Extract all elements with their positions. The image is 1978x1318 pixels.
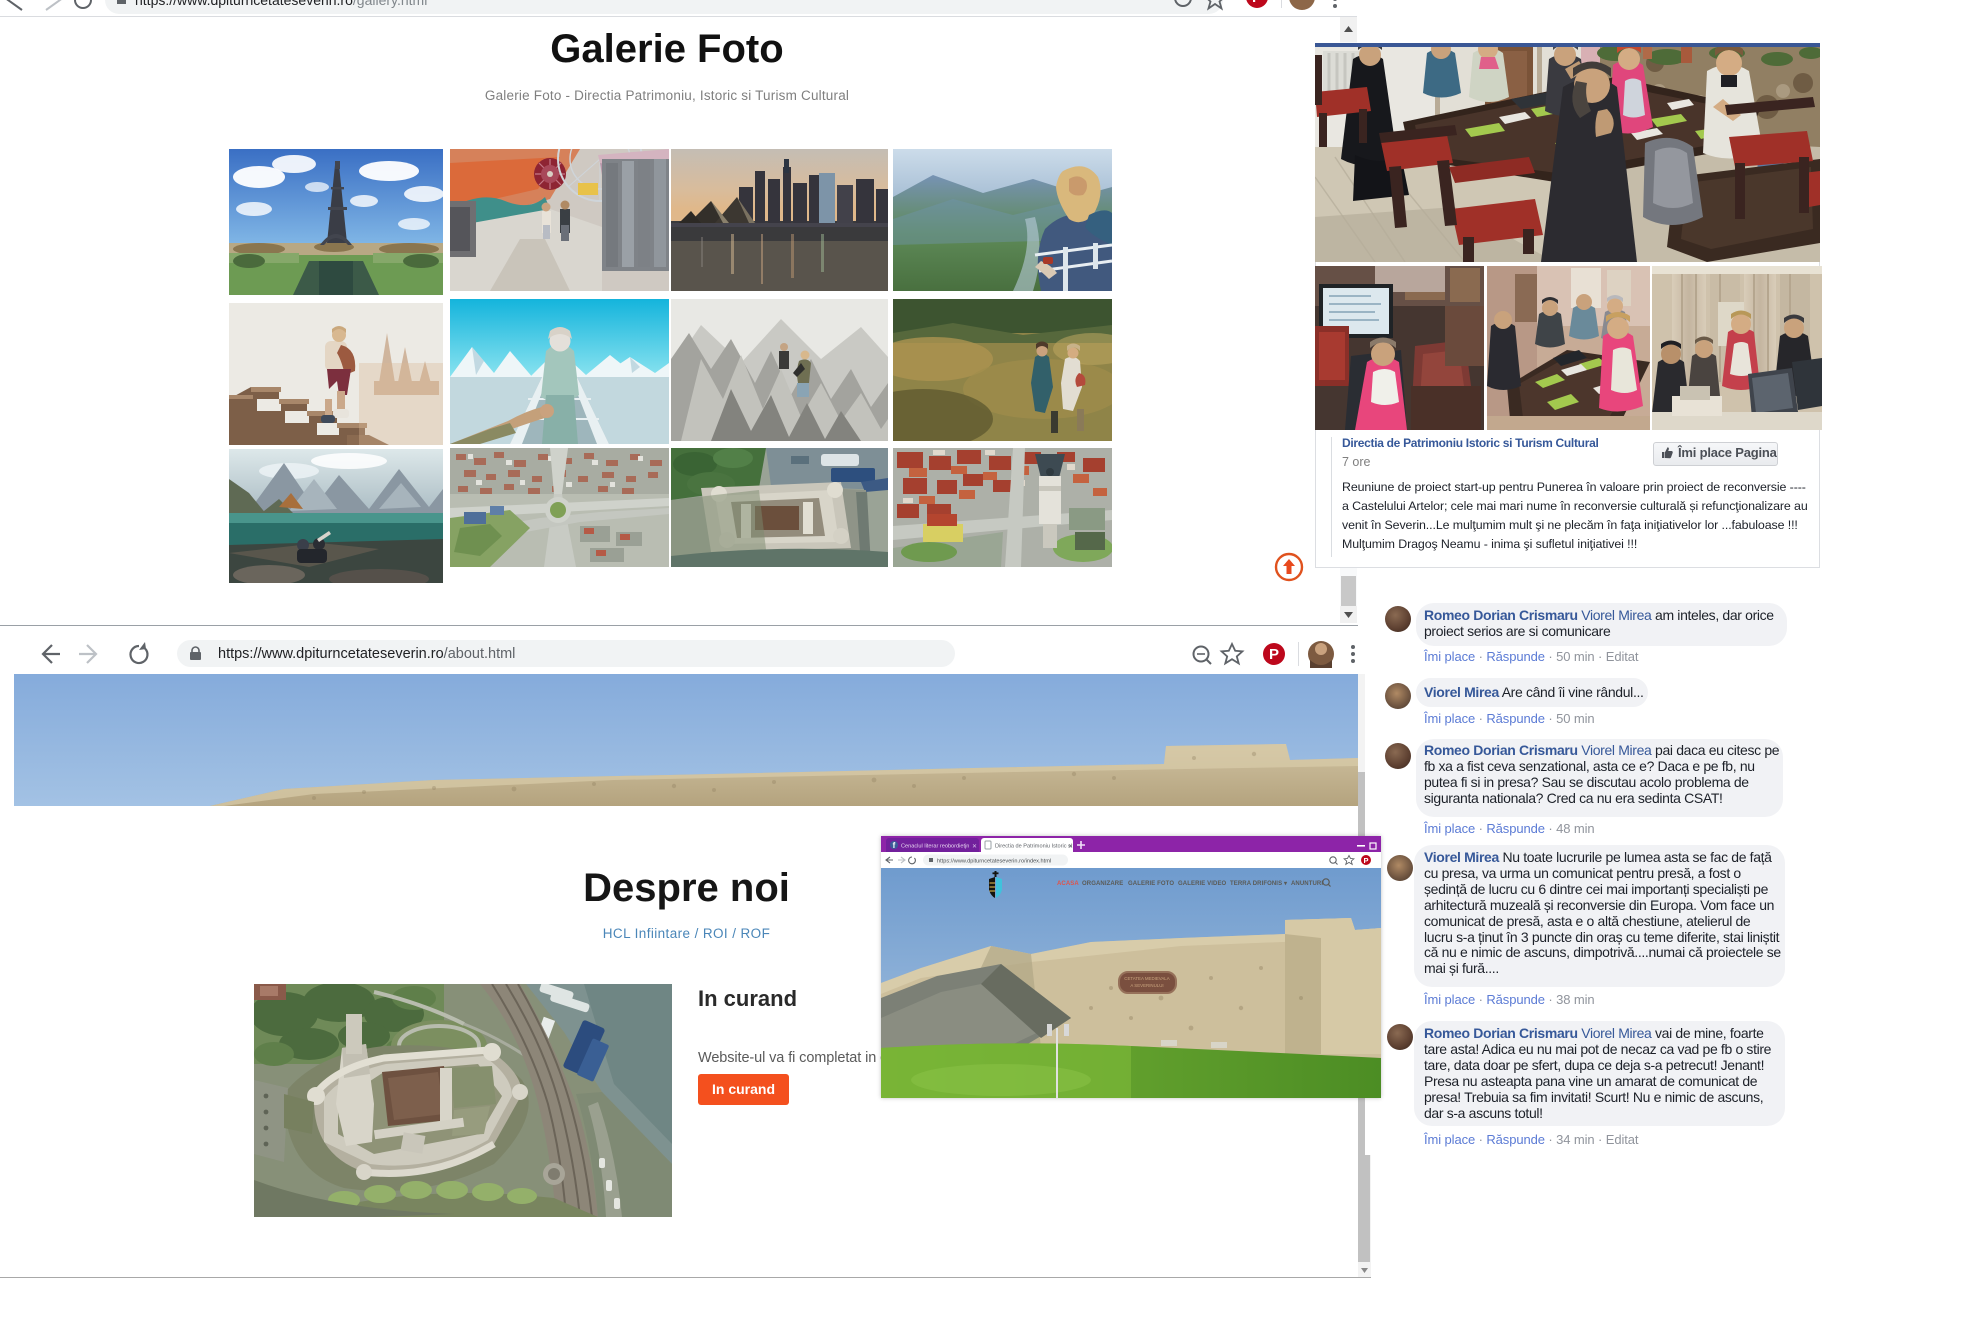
svg-text:Directia de Patrimoniu Istoric: Directia de Patrimoniu Istoric si bbox=[995, 844, 1072, 850]
svg-text:f: f bbox=[893, 841, 896, 850]
svg-text:TERRA DRIFONIS ▾: TERRA DRIFONIS ▾ bbox=[1230, 881, 1288, 887]
svg-text:A SEVERINULUI: A SEVERINULUI bbox=[1130, 983, 1163, 988]
svg-text:GALERIE FOTO: GALERIE FOTO bbox=[1128, 881, 1174, 887]
svg-text:GALERIE VIDEO: GALERIE VIDEO bbox=[1178, 881, 1227, 887]
svg-text:ORGANIZARE: ORGANIZARE bbox=[1082, 881, 1123, 887]
svg-text:✕: ✕ bbox=[972, 844, 977, 850]
svg-text:ACASA: ACASA bbox=[1057, 881, 1079, 887]
svg-text:✕: ✕ bbox=[1068, 844, 1073, 850]
svg-text:Cenaclul literar reobordietjn: Cenaclul literar reobordietjn bbox=[901, 844, 969, 850]
svg-text:P: P bbox=[1269, 646, 1279, 663]
svg-text:ANUNTURI: ANUNTURI bbox=[1291, 881, 1323, 887]
svg-text:P: P bbox=[1363, 856, 1368, 865]
svg-text:CETATEA MEDIEVALA: CETATEA MEDIEVALA bbox=[1124, 976, 1169, 981]
svg-text:P: P bbox=[1252, 0, 1262, 6]
svg-text:https://www.dpiturncetatesever: https://www.dpiturncetateseverin.ro/inde… bbox=[937, 859, 1051, 865]
